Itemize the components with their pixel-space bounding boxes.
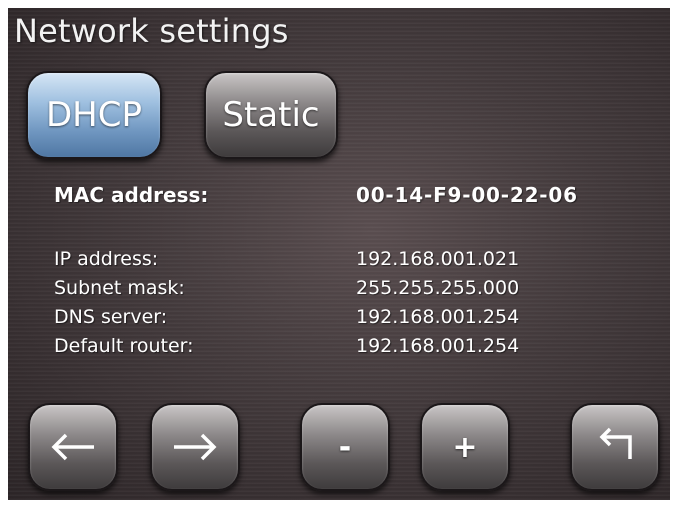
arrow-right-icon <box>174 433 217 461</box>
dhcp-button-label: DHCP <box>46 95 142 135</box>
arrow-left-icon <box>51 433 94 461</box>
ip-address-value: 192.168.001.021 <box>356 248 520 270</box>
previous-field-button[interactable] <box>28 403 118 491</box>
network-settings-screen: Network settings DHCP Static MAC address… <box>8 8 670 500</box>
dhcp-button[interactable]: DHCP <box>26 71 162 159</box>
next-field-button[interactable] <box>150 403 240 491</box>
default-router-value: 192.168.001.254 <box>356 335 520 357</box>
decrement-button[interactable]: - <box>300 403 390 491</box>
static-button-label: Static <box>222 95 320 135</box>
enter-icon <box>599 427 632 459</box>
page-title: Network settings <box>14 12 289 50</box>
ip-address-label: IP address: <box>54 248 159 270</box>
mac-address-value: 00-14-F9-00-22-06 <box>356 183 578 207</box>
static-button[interactable]: Static <box>204 71 338 159</box>
subnet-mask-value: 255.255.255.000 <box>356 277 520 299</box>
subnet-mask-label: Subnet mask: <box>54 277 185 299</box>
enter-button[interactable] <box>570 403 660 491</box>
default-router-label: Default router: <box>54 335 194 357</box>
increment-button[interactable]: + <box>420 403 510 491</box>
plus-label: + <box>452 429 478 465</box>
mac-address-label: MAC address: <box>54 183 209 207</box>
minus-label: - <box>338 429 352 465</box>
dns-server-value: 192.168.001.254 <box>356 306 520 328</box>
dns-server-label: DNS server: <box>54 306 168 328</box>
